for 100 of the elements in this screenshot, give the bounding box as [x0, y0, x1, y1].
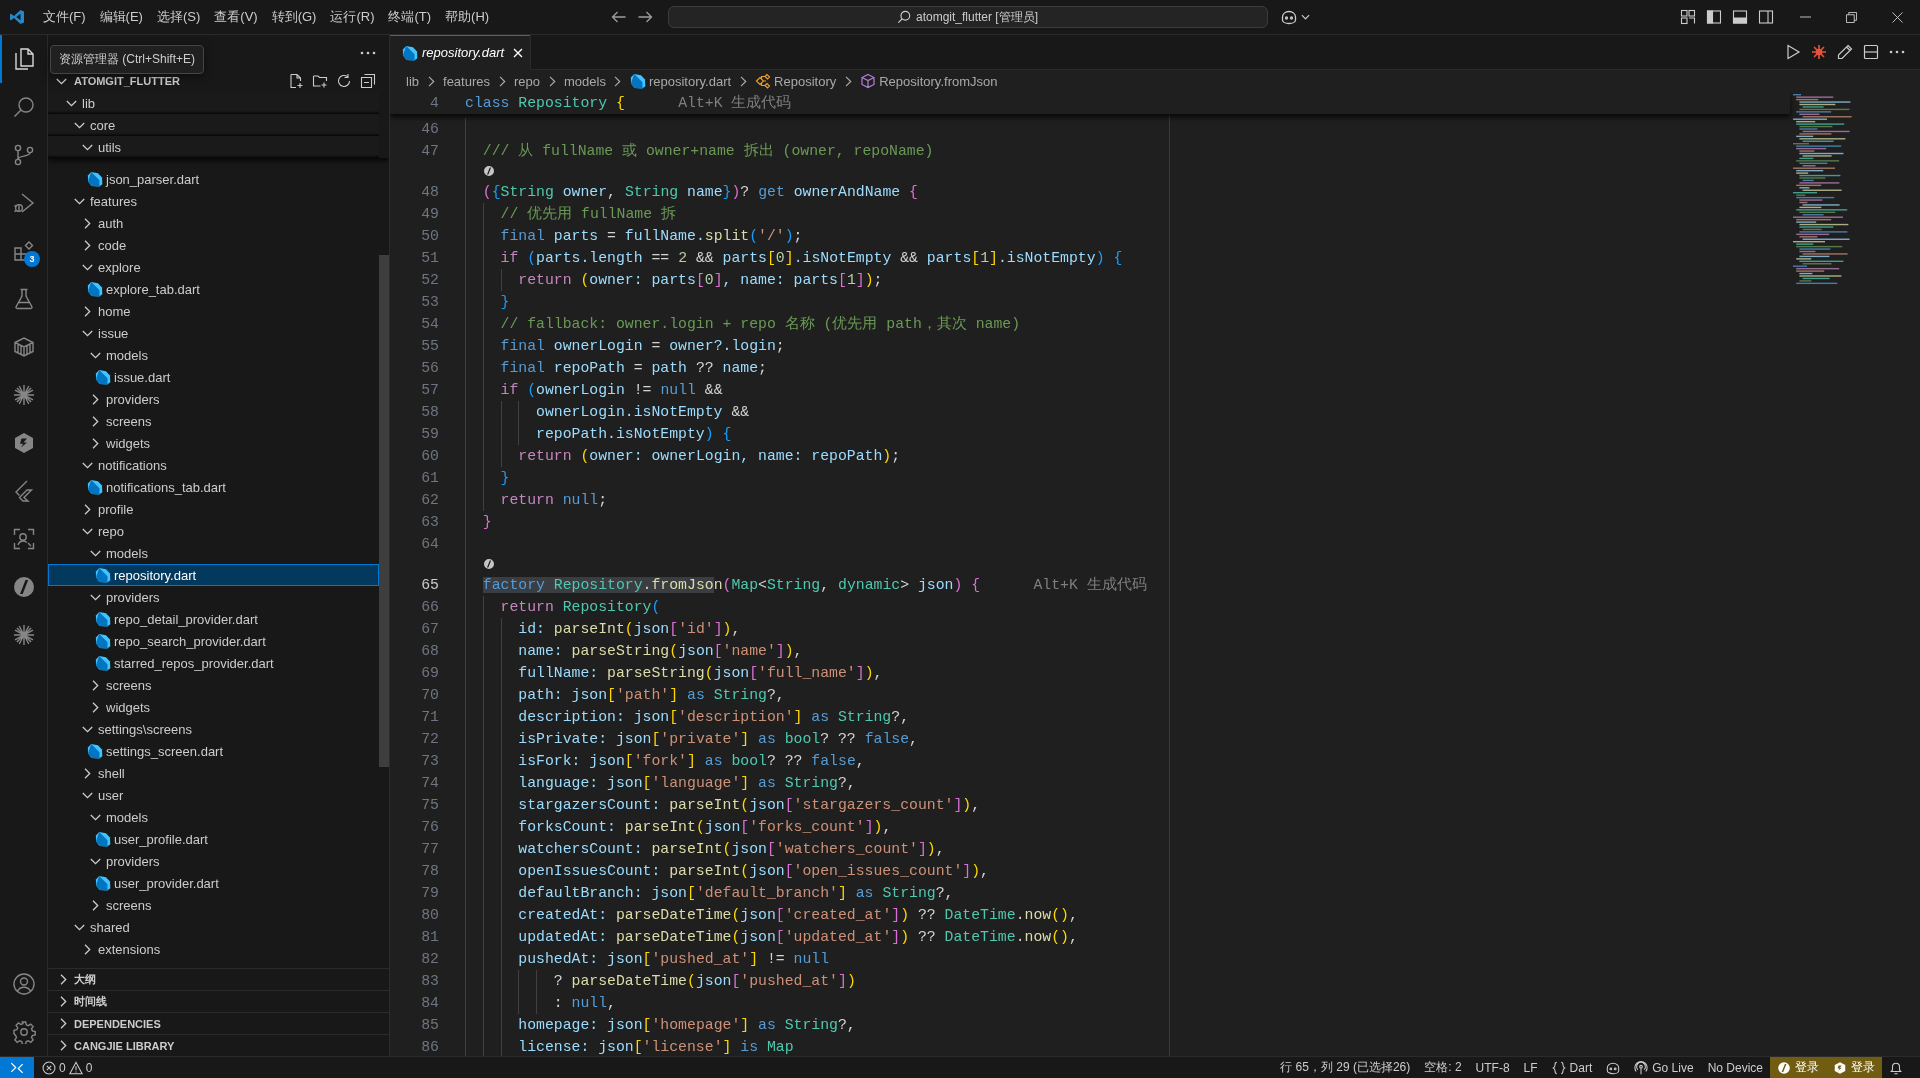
- menu-item[interactable]: 选择(S): [149, 0, 208, 34]
- refresh-icon[interactable]: [336, 73, 352, 89]
- status-item[interactable]: No Device: [1700, 1057, 1770, 1078]
- panel-header[interactable]: 大纲: [48, 968, 389, 990]
- layout-grid-icon[interactable]: [1680, 9, 1696, 25]
- tree-item[interactable]: user_provider.dart: [48, 872, 379, 894]
- scrollbar-thumb[interactable]: [379, 255, 389, 767]
- sidebar-toggle-icon[interactable]: [1706, 9, 1722, 25]
- tree-item[interactable]: providers: [48, 850, 379, 872]
- asterisk-icon[interactable]: [11, 383, 36, 407]
- tree-item[interactable]: repository.dart: [48, 564, 379, 586]
- secondary-sidebar-icon[interactable]: [1758, 9, 1774, 25]
- bell-icon[interactable]: [1889, 1060, 1903, 1075]
- status-item[interactable]: LF: [1516, 1057, 1545, 1078]
- tree-item[interactable]: user: [48, 784, 379, 806]
- menu-item[interactable]: 编辑(E): [92, 0, 150, 34]
- collapse-all-icon[interactable]: [360, 73, 376, 89]
- breadcrumb-item[interactable]: repository.dart: [629, 73, 732, 89]
- tree-item[interactable]: screens: [48, 894, 379, 916]
- tree-item[interactable]: lib: [48, 92, 379, 114]
- scan-person-icon[interactable]: [11, 527, 36, 551]
- split-editor-icon[interactable]: [1863, 44, 1879, 60]
- breadcrumb-item[interactable]: features: [443, 73, 490, 89]
- tree-item[interactable]: repo_detail_provider.dart: [48, 608, 379, 630]
- tree-item[interactable]: home: [48, 300, 379, 322]
- status-item[interactable]: Go Live: [1627, 1057, 1701, 1078]
- menu-item[interactable]: 文件(F): [36, 0, 93, 34]
- blocks-icon[interactable]: [11, 239, 36, 263]
- caret-icon[interactable]: [1300, 14, 1310, 20]
- minimize-icon[interactable]: [1799, 16, 1811, 18]
- menu-item[interactable]: 帮助(H): [438, 0, 497, 34]
- copilot-icon[interactable]: [1280, 9, 1297, 25]
- tree-item[interactable]: issue.dart: [48, 366, 379, 388]
- tree-item[interactable]: core: [48, 114, 379, 136]
- tree-item[interactable]: models: [48, 806, 379, 828]
- breadcrumb-item[interactable]: Repository: [755, 73, 837, 89]
- arrow-left-icon[interactable]: [610, 9, 627, 25]
- breadcrumb-item[interactable]: repo: [514, 73, 541, 89]
- tree-item[interactable]: features: [48, 190, 379, 212]
- menu-item[interactable]: 终端(T): [381, 0, 439, 34]
- tree-item[interactable]: json_parser.dart: [48, 168, 379, 190]
- tree-item[interactable]: providers: [48, 388, 379, 410]
- panel-header[interactable]: DEPENDENCIES: [48, 1012, 389, 1034]
- tree-item[interactable]: code: [48, 234, 379, 256]
- tree-item[interactable]: notifications: [48, 454, 379, 476]
- tree-item[interactable]: auth: [48, 212, 379, 234]
- pencil-icon[interactable]: [1837, 44, 1853, 60]
- tree-item[interactable]: settings\screens: [48, 718, 379, 740]
- problems-button[interactable]: 0 0: [36, 1057, 99, 1078]
- status-item[interactable]: 登录: [1770, 1057, 1826, 1078]
- tree-item[interactable]: extensions: [48, 938, 379, 960]
- menu-item[interactable]: 转到(G): [264, 0, 324, 34]
- tree-item[interactable]: issue: [48, 322, 379, 344]
- tree-item[interactable]: widgets: [48, 696, 379, 718]
- close-icon[interactable]: [1891, 11, 1903, 23]
- tree-item[interactable]: settings_screen.dart: [48, 740, 379, 762]
- status-item[interactable]: UTF-8: [1468, 1057, 1517, 1078]
- restore-icon[interactable]: [1845, 11, 1857, 23]
- tree-item[interactable]: screens: [48, 674, 379, 696]
- breadcrumb-item[interactable]: models: [564, 73, 606, 89]
- menu-item[interactable]: 查看(V): [207, 0, 265, 34]
- panel-header[interactable]: 时间线: [48, 990, 389, 1012]
- tree-item[interactable]: repo_search_provider.dart: [48, 630, 379, 652]
- run-icon[interactable]: [1785, 44, 1801, 60]
- tree-item[interactable]: screens: [48, 410, 379, 432]
- tree-item[interactable]: models: [48, 542, 379, 564]
- tree-item[interactable]: user_profile.dart: [48, 828, 379, 850]
- breadcrumb-item[interactable]: Repository.fromJson: [860, 73, 998, 89]
- new-folder-icon[interactable]: [312, 73, 328, 89]
- tree-item[interactable]: profile: [48, 498, 379, 520]
- panel-toggle-icon[interactable]: [1732, 9, 1748, 25]
- status-item[interactable]: 空格: 2: [1417, 1057, 1469, 1078]
- account-icon[interactable]: [11, 972, 36, 996]
- more-icon[interactable]: [1889, 50, 1905, 54]
- tree-item[interactable]: repo: [48, 520, 379, 542]
- copilot-icon[interactable]: [1606, 1060, 1621, 1075]
- status-item[interactable]: 登录: [1826, 1057, 1882, 1078]
- menu-item[interactable]: 运行(R): [323, 0, 382, 34]
- settings-icon[interactable]: [11, 1020, 36, 1044]
- editor-tab[interactable]: repository.dart: [390, 35, 532, 70]
- starburst-icon[interactable]: [1811, 44, 1827, 60]
- asterisk-icon[interactable]: [11, 623, 36, 647]
- tree-item[interactable]: starred_repos_provider.dart: [48, 652, 379, 674]
- tree-item[interactable]: notifications_tab.dart: [48, 476, 379, 498]
- arrow-right-icon[interactable]: [636, 9, 653, 25]
- tree-item[interactable]: providers: [48, 586, 379, 608]
- tree-item[interactable]: utils: [48, 136, 379, 158]
- status-item[interactable]: 行 65，列 29 (已选择26): [1273, 1057, 1418, 1078]
- tree-item[interactable]: shared: [48, 916, 379, 938]
- breadcrumb-item[interactable]: lib: [406, 73, 419, 89]
- package-icon[interactable]: [11, 335, 36, 359]
- tree-item[interactable]: models: [48, 344, 379, 366]
- remote-button[interactable]: [0, 1057, 34, 1078]
- more-icon[interactable]: [360, 50, 376, 55]
- new-file-icon[interactable]: [288, 73, 304, 89]
- tree-item[interactable]: shell: [48, 762, 379, 784]
- command-center-search[interactable]: atomgit_flutter [管理员]: [667, 6, 1268, 28]
- tree-item[interactable]: explore: [48, 256, 379, 278]
- status-item[interactable]: Dart: [1544, 1057, 1600, 1078]
- play-bug-icon[interactable]: [11, 191, 36, 215]
